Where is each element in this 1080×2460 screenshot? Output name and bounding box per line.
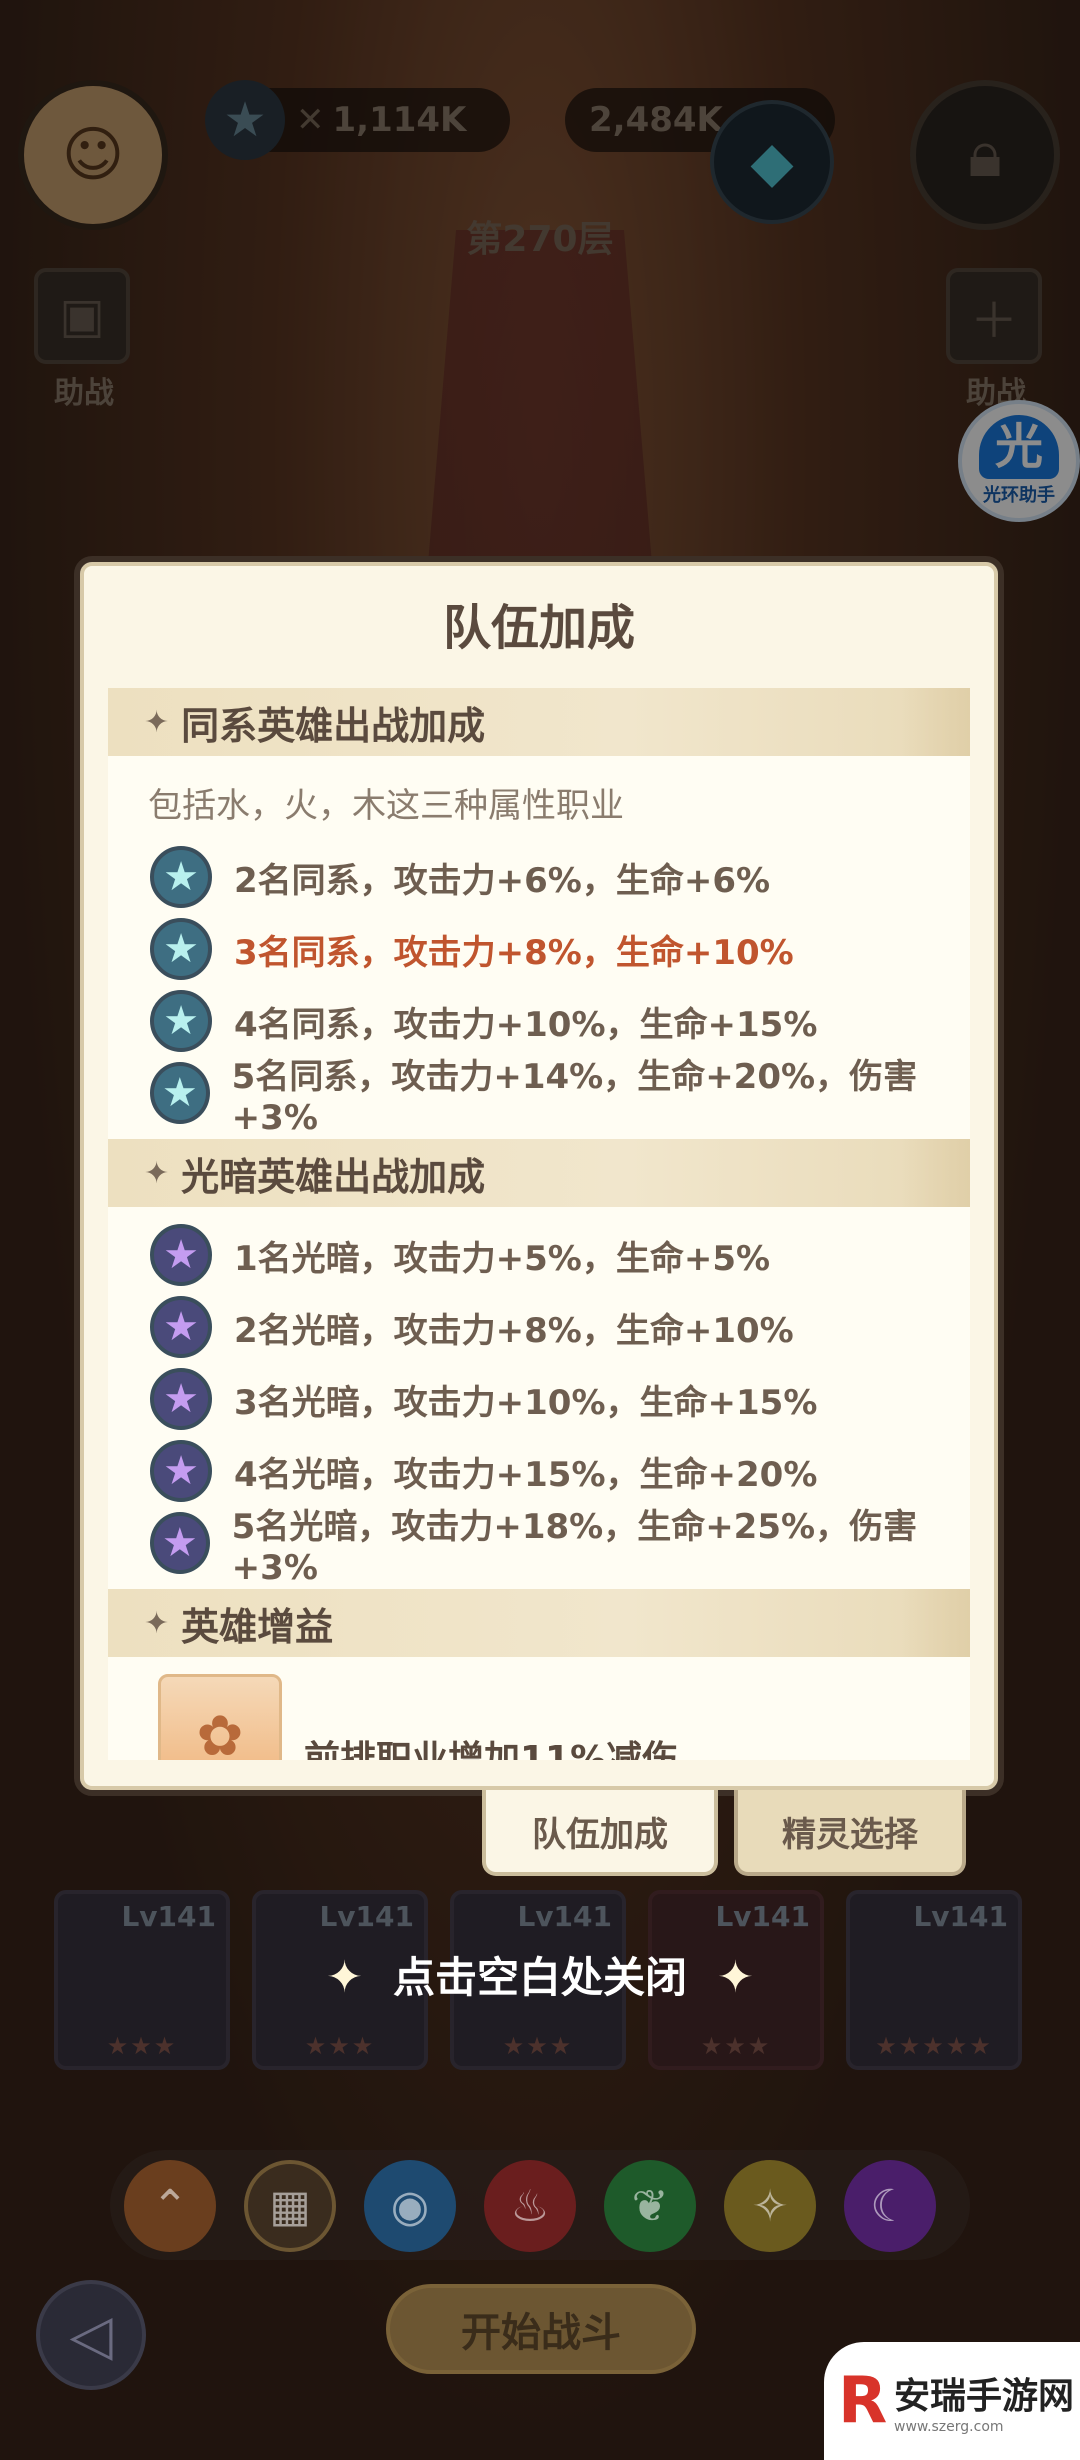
section-header-light-dark: ✦ 光暗英雄出战加成 xyxy=(108,1139,970,1207)
section-description: 包括水，火，木这三种属性职业 xyxy=(148,786,624,826)
bonus-text: 4名同系，攻击力+10%，生命+15% xyxy=(234,1004,818,1045)
bonus-text: 5名同系，攻击力+14%，生命+20%，伤害+3% xyxy=(231,1056,918,1138)
section-body-hero-buff: ✿ 前排职业增加11%减伤 xyxy=(108,1657,970,1760)
section-title: 同系英雄出战加成 xyxy=(181,703,486,748)
bonus-row: ★ 1名光暗，攻击力+5%，生命+5% xyxy=(108,1219,970,1291)
section-body-element: 包括水，火，木这三种属性职业 ★ 2名同系，攻击力+6%，生命+6% ★ 3名同… xyxy=(108,756,970,1139)
dark-element-icon[interactable]: ☾ xyxy=(844,2160,936,2252)
sparkle-icon: ✦ xyxy=(144,1605,170,1641)
section-title: 英雄增益 xyxy=(181,1604,334,1649)
close-hint-text: 点击空白处关闭 xyxy=(392,1953,687,2002)
fire-element-icon[interactable]: ♨ xyxy=(484,2160,576,2252)
bonus-row: ★ 4名光暗，攻击力+15%，生命+20% xyxy=(108,1435,970,1507)
back-arrow-icon[interactable]: ◁ xyxy=(36,2280,146,2390)
site-watermark: R 安瑞手游网 www.szerg.com xyxy=(824,2342,1080,2460)
bonus-text: 4名光暗，攻击力+15%，生命+20% xyxy=(234,1454,818,1495)
light-element-icon[interactable]: ✧ xyxy=(724,2160,816,2252)
bonus-row: ★ 2名光暗，攻击力+8%，生命+10% xyxy=(108,1291,970,1363)
watermark-name: 安瑞手游网 xyxy=(894,2376,1075,2417)
grid-all-icon[interactable]: ▦ xyxy=(244,2160,336,2252)
light-dark-star-icon: ★ xyxy=(150,1296,212,1358)
tab-team-bonus[interactable]: 队伍加成 xyxy=(482,1790,718,1876)
element-star-icon: ★ xyxy=(150,918,212,980)
watermark-logo-icon: R xyxy=(838,2364,888,2438)
bonus-row: ★ 2名同系，攻击力+6%，生命+6% xyxy=(108,841,970,913)
element-star-icon: ★ xyxy=(150,1062,210,1124)
hero-buff-text: 前排职业增加11%减伤 xyxy=(304,1739,679,1760)
hero-buff-row: ✿ 前排职业增加11%减伤 xyxy=(108,1669,970,1760)
sparkle-icon: ✦ xyxy=(144,1155,170,1191)
water-element-icon[interactable]: ◉ xyxy=(364,2160,456,2252)
sparkle-icon: ✦ xyxy=(326,1952,363,2003)
close-hint[interactable]: ✦ 点击空白处关闭 ✦ xyxy=(0,1944,1080,2005)
dialog-title: 队伍加成 xyxy=(442,600,635,656)
watermark-url: www.szerg.com xyxy=(894,2419,1004,2435)
light-dark-star-icon: ★ xyxy=(150,1512,210,1574)
start-battle-button[interactable]: 开始战斗 xyxy=(386,2284,696,2374)
bonus-text: 3名光暗，攻击力+10%，生命+15% xyxy=(234,1382,818,1423)
dialog-scroll-area[interactable]: ✦ 同系英雄出战加成 包括水，火，木这三种属性职业 ★ 2名同系，攻击力+6%，… xyxy=(108,688,970,1760)
bonus-text: 1名光暗，攻击力+5%，生命+5% xyxy=(234,1238,771,1279)
tab-spirit-select[interactable]: 精灵选择 xyxy=(734,1790,966,1876)
bonus-row: ★ 5名光暗，攻击力+18%，生命+25%，伤害+3% xyxy=(108,1507,970,1588)
element-star-icon: ★ xyxy=(150,990,212,1052)
section-header-hero-buff: ✦ 英雄增益 xyxy=(108,1589,970,1657)
sparkle-icon: ✦ xyxy=(144,704,170,740)
light-dark-star-icon: ★ xyxy=(150,1224,212,1286)
light-dark-star-icon: ★ xyxy=(150,1368,212,1430)
bonus-text: 2名光暗，攻击力+8%，生命+10% xyxy=(234,1310,794,1351)
bonus-text: 2名同系，攻击力+6%，生命+6% xyxy=(234,860,771,901)
team-bonus-dialog: 队伍加成 ✦ 同系英雄出战加成 包括水，火，木这三种属性职业 ★ 2名同系，攻击… xyxy=(74,556,1004,1796)
bonus-row: ★ 3名同系，攻击力+8%，生命+10% xyxy=(108,913,970,985)
section-body-light-dark: ★ 1名光暗，攻击力+5%，生命+5% ★ 2名光暗，攻击力+8%，生命+10%… xyxy=(108,1207,970,1589)
bonus-text-active: 3名同系，攻击力+8%，生命+10% xyxy=(234,932,794,973)
light-dark-star-icon: ★ xyxy=(150,1440,212,1502)
bonus-row: ★ 3名光暗，攻击力+10%，生命+15% xyxy=(108,1363,970,1435)
element-star-icon: ★ xyxy=(150,846,212,908)
bonus-row: ★ 5名同系，攻击力+14%，生命+20%，伤害+3% xyxy=(108,1057,970,1138)
bonus-row: ★ 4名同系，攻击力+10%，生命+15% xyxy=(108,985,970,1057)
sparkle-icon: ✦ xyxy=(717,1952,754,2003)
chevron-up-icon[interactable]: ⌃ xyxy=(124,2160,216,2252)
section-title: 光暗英雄出战加成 xyxy=(181,1154,486,1199)
hero-portrait: ✿ xyxy=(158,1674,282,1760)
bonus-text: 5名光暗，攻击力+18%，生命+25%，伤害+3% xyxy=(231,1506,918,1588)
section-header-element: ✦ 同系英雄出战加成 xyxy=(108,688,970,756)
wood-element-icon[interactable]: ❦ xyxy=(604,2160,696,2252)
